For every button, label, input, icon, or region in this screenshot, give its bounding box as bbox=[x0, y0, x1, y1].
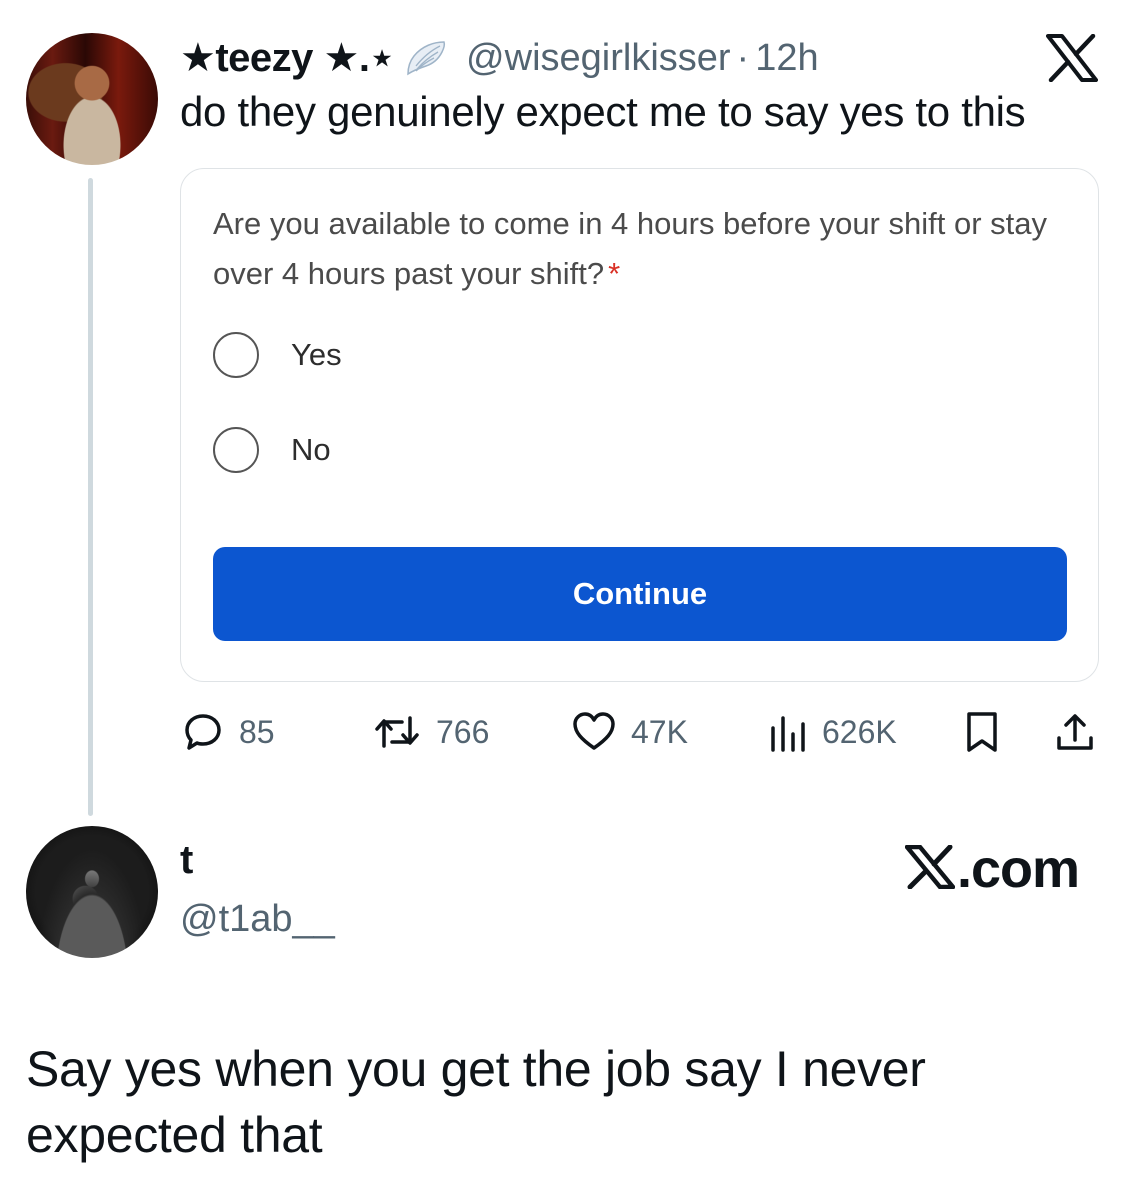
retweet-count: 766 bbox=[436, 713, 490, 750]
reply-action[interactable]: 85 bbox=[181, 704, 275, 760]
heart-icon bbox=[571, 710, 617, 754]
retweet-icon bbox=[372, 710, 422, 754]
bookmark-icon bbox=[963, 710, 1001, 754]
reply-icon bbox=[181, 710, 225, 754]
x-logo-icon bbox=[904, 844, 956, 894]
option-yes-label: Yes bbox=[291, 337, 342, 372]
reply-display-name[interactable]: t bbox=[180, 838, 193, 883]
tweet-header: ★teezy ★.⋆ @wisegirlkisser · 12h bbox=[180, 28, 819, 88]
reply-text: Say yes when you get the job say I never… bbox=[26, 1041, 926, 1163]
form-question-text: Are you available to come in 4 hours bef… bbox=[213, 206, 1047, 291]
author-handle[interactable]: @wisegirlkisser bbox=[466, 37, 731, 80]
embedded-form-card: Are you available to come in 4 hours bef… bbox=[180, 168, 1099, 682]
required-marker: * bbox=[608, 256, 621, 291]
views-count: 626K bbox=[822, 713, 897, 750]
radio-no[interactable] bbox=[213, 427, 259, 473]
views-action[interactable]: 626K bbox=[768, 704, 897, 760]
angel-wing-icon bbox=[404, 36, 448, 80]
x-com-watermark: .com bbox=[904, 838, 1080, 900]
author-avatar[interactable] bbox=[26, 33, 158, 165]
author-display-name[interactable]: ★teezy ★.⋆ bbox=[180, 35, 395, 81]
reply-handle[interactable]: @t1ab__ bbox=[180, 898, 335, 941]
bookmark-action[interactable] bbox=[963, 704, 1001, 760]
continue-button[interactable]: Continue bbox=[213, 547, 1067, 641]
like-action[interactable]: 47K bbox=[571, 704, 688, 760]
option-yes[interactable]: Yes bbox=[213, 332, 342, 378]
like-count: 47K bbox=[631, 713, 688, 750]
analytics-icon bbox=[768, 710, 808, 754]
tweet-timestamp[interactable]: 12h bbox=[755, 37, 818, 80]
retweet-action[interactable]: 766 bbox=[372, 704, 489, 760]
radio-yes[interactable] bbox=[213, 332, 259, 378]
brand-suffix: .com bbox=[957, 839, 1080, 899]
option-no[interactable]: No bbox=[213, 427, 331, 473]
tweet-text: do they genuinely expect me to say yes t… bbox=[180, 88, 1026, 135]
reply-author-avatar[interactable] bbox=[26, 826, 158, 958]
thread-line bbox=[88, 178, 93, 816]
x-logo-icon bbox=[1046, 33, 1098, 83]
reply-count: 85 bbox=[239, 713, 275, 750]
share-icon bbox=[1053, 710, 1097, 754]
share-action[interactable] bbox=[1053, 704, 1097, 760]
separator-dot: · bbox=[736, 36, 750, 79]
option-no-label: No bbox=[291, 432, 331, 467]
form-question: Are you available to come in 4 hours bef… bbox=[213, 199, 1073, 299]
